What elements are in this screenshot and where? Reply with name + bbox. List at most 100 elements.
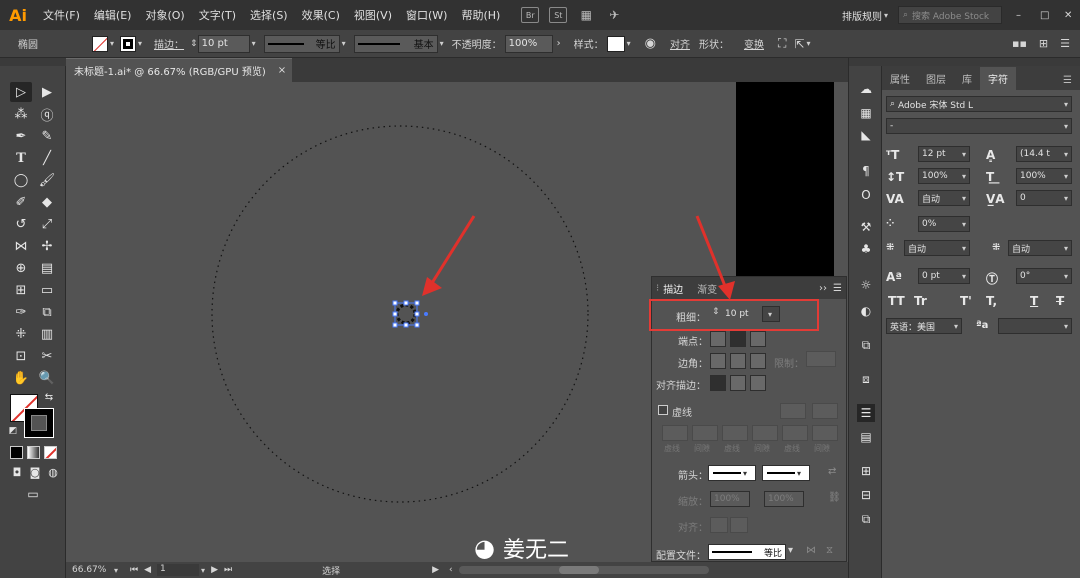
horizontal-scrollbar[interactable] <box>458 566 709 574</box>
profile-select[interactable]: 等比 <box>708 544 786 560</box>
paintbrush-icon[interactable]: 🖌 <box>36 170 58 190</box>
perspective-grid-icon[interactable]: ▤ <box>36 258 58 278</box>
end-scale-field[interactable]: 100% <box>764 491 804 507</box>
swap-fill-stroke-icon[interactable]: ⇆ <box>42 390 56 404</box>
stroke-weight-field[interactable]: 10 pt <box>197 34 250 53</box>
projecting-cap-button[interactable] <box>750 331 766 347</box>
tab-properties[interactable]: 属性 <box>882 67 918 90</box>
opentype-icon[interactable]: O <box>857 186 875 204</box>
bridge-button[interactable]: Br <box>521 7 540 23</box>
chevron-down-icon[interactable]: ▾ <box>138 39 142 48</box>
menu-effect[interactable]: 效果(C) <box>295 7 347 23</box>
color-guide-icon[interactable]: ☁ <box>857 80 875 98</box>
prev-page-icon[interactable]: ◀ <box>144 565 151 575</box>
isolate-icon[interactable]: ⛶ <box>778 36 786 51</box>
kerning-field[interactable]: 自动 ▾ <box>918 190 970 206</box>
last-page-icon[interactable]: ⏭ <box>224 565 232 575</box>
font-family-field[interactable]: ⌕ Adobe 宋体 Std L ▾ <box>886 96 1072 112</box>
flip-across-icon[interactable]: ⧖ <box>826 545 833 556</box>
selection-tool-icon[interactable]: ▷ <box>10 82 32 102</box>
align-center-icon[interactable]: ⊞ <box>1039 37 1048 50</box>
tracking-field[interactable]: 0 ▾ <box>1016 190 1072 206</box>
hand-tool-icon[interactable]: ✋ <box>10 368 32 388</box>
lasso-icon[interactable]: ⓠ <box>36 104 58 124</box>
arrange-documents-icon[interactable]: ▦ <box>577 7 595 23</box>
menu-window[interactable]: 窗口(W) <box>399 7 454 23</box>
mesh-tool-icon[interactable]: ⊞ <box>10 280 32 300</box>
miter-join-button[interactable] <box>710 353 726 369</box>
screen-mode-icon[interactable]: ▭ <box>22 484 44 504</box>
vertical-scale-field[interactable]: 100% ▾ <box>918 168 970 184</box>
small-selected-circle[interactable] <box>395 303 417 325</box>
limit-field[interactable] <box>806 351 836 367</box>
pen-tool-icon[interactable]: ✒ <box>10 126 32 146</box>
puppet-warp-icon[interactable]: ✢ <box>36 236 58 256</box>
tab-layers[interactable]: 图层 <box>918 67 954 90</box>
horizontal-scale-field[interactable]: 100% ▾ <box>1016 168 1072 184</box>
swatches-icon[interactable]: ▦ <box>857 104 875 122</box>
gradient-mode-button[interactable] <box>27 446 40 459</box>
flip-along-icon[interactable]: ⋈ <box>806 545 816 556</box>
collapse-panel-icon[interactable]: ›› <box>819 283 827 294</box>
magic-wand-icon[interactable]: ⁂ <box>10 104 32 124</box>
swap-arrowheads-icon[interactable]: ⇄ <box>828 466 836 477</box>
shape-builder-icon[interactable]: ⊕ <box>10 258 32 278</box>
transform-link[interactable]: 变换 <box>744 36 764 51</box>
live-shape-widget[interactable] <box>424 312 428 316</box>
superscript-button[interactable]: T' <box>960 294 972 308</box>
small-caps-button[interactable]: Tr <box>914 294 927 308</box>
symbols-icon[interactable]: ♣ <box>857 240 875 258</box>
direct-selection-tool-icon[interactable]: ▶ <box>36 82 58 102</box>
scroll-left-icon[interactable]: ‹ <box>449 565 453 575</box>
first-page-icon[interactable]: ⏮ <box>130 565 138 575</box>
pathfinder-icon[interactable]: ⧉ <box>857 336 875 354</box>
link-scale-icon[interactable]: ⛓ <box>828 492 841 503</box>
menu-help[interactable]: 帮助(H) <box>454 7 507 23</box>
stroke-swatch-large[interactable] <box>24 408 54 438</box>
selection-handle[interactable] <box>414 311 420 317</box>
dotted-large-circle[interactable] <box>211 125 589 503</box>
font-style-field[interactable]: - ▾ <box>886 118 1072 134</box>
page-field[interactable]: 1 <box>157 564 200 576</box>
recolor-icon[interactable]: ◉ <box>645 36 656 51</box>
selection-handle[interactable] <box>414 322 420 328</box>
selection-handle[interactable] <box>403 300 409 306</box>
stock-search-input[interactable]: ⌕ 搜索 Adobe Stock <box>898 6 1002 24</box>
stroke-panel-grip-icon[interactable]: ⁝ <box>656 283 659 294</box>
dashed-line-checkbox[interactable] <box>658 405 668 415</box>
tab-libraries[interactable]: 库 <box>954 67 980 90</box>
curvature-tool-icon[interactable]: ✎ <box>36 126 58 146</box>
menu-type[interactable]: 文字(T) <box>192 7 243 23</box>
arrow-align-tip-button[interactable] <box>710 517 728 533</box>
baseline-shift-field[interactable]: 0 pt ▾ <box>918 268 970 284</box>
font-size-field[interactable]: 12 pt ▾ <box>918 146 970 162</box>
leading-field[interactable]: (14.4 t ▾ <box>1016 146 1072 162</box>
align-dash-button[interactable] <box>812 403 838 419</box>
gap-field-2[interactable] <box>752 425 778 441</box>
chevron-down-icon[interactable]: ▾ <box>806 39 810 48</box>
tab-character[interactable]: 字符 <box>980 67 1016 90</box>
gradient-tool-icon[interactable]: ▭ <box>36 280 58 300</box>
stroke-link[interactable]: 描边： <box>154 36 184 51</box>
artboard-tool-icon[interactable]: ⊡ <box>10 346 32 366</box>
dash-field-2[interactable] <box>722 425 748 441</box>
gap-field-1[interactable] <box>692 425 718 441</box>
status-chevron-icon[interactable]: ▶ <box>432 565 439 575</box>
gap-field-3[interactable] <box>812 425 838 441</box>
butt-cap-button[interactable] <box>710 331 726 347</box>
graphic-styles-icon[interactable]: ◐ <box>857 302 875 320</box>
graphic-style-swatch[interactable] <box>606 35 625 52</box>
tab-stroke[interactable]: 描边 <box>663 281 683 296</box>
chevron-down-icon[interactable]: ▾ <box>110 39 114 48</box>
transparency-icon[interactable]: ▤ <box>857 428 875 446</box>
selection-handle[interactable] <box>403 322 409 328</box>
chevron-down-icon[interactable]: ▾ <box>342 39 346 48</box>
selection-handle[interactable] <box>392 311 398 317</box>
appearance-icon[interactable]: ☼ <box>857 276 875 294</box>
round-join-button[interactable] <box>730 353 746 369</box>
scrollbar-thumb[interactable] <box>558 566 599 574</box>
chevron-down-icon[interactable]: ▾ <box>627 39 631 48</box>
menu-view[interactable]: 视图(V) <box>347 7 399 23</box>
rotate-tool-icon[interactable]: ↺ <box>10 214 32 234</box>
zoom-level[interactable]: 66.67% <box>72 565 112 575</box>
